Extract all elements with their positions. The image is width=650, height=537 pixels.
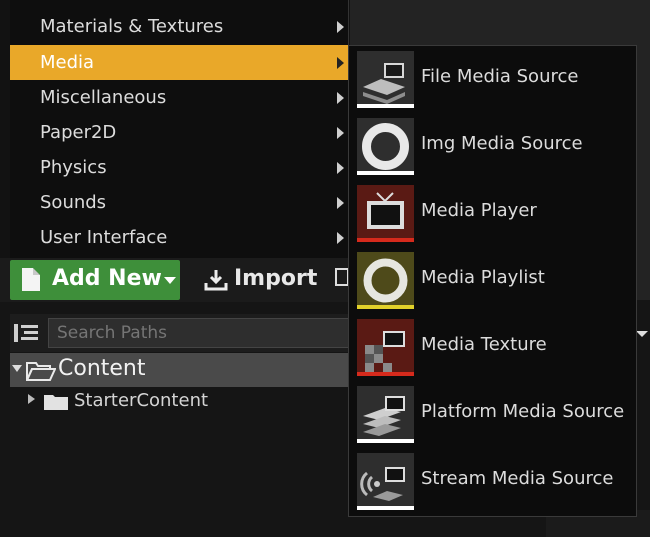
menu-item-paper2d[interactable]: Paper2D [10,115,348,150]
add-new-label: Add New [52,266,162,291]
menu-item-label: Media Player [421,200,537,221]
menu-item-file-media-source[interactable]: File Media Source [349,46,636,113]
menu-item-label: Materials & Textures [40,16,224,37]
chevron-down-icon [164,277,176,284]
menu-item-label: Media Playlist [421,267,545,288]
img-media-source-icon [357,118,414,175]
stream-media-source-icon [357,453,414,510]
menu-item-label: Media Texture [421,334,547,355]
asset-type-color-bar [357,305,414,309]
tree-item-starter-content[interactable]: StarterContent [28,389,348,415]
media-submenu: File Media Source Img Media Source Media… [348,45,637,517]
asset-type-color-bar [357,506,414,510]
tree-item-content[interactable]: Content [10,353,350,387]
asset-type-color-bar [357,238,414,242]
menu-item-stream-media-source[interactable]: Stream Media Source [349,448,636,515]
menu-item-user-interface[interactable]: User Interface [10,220,348,255]
add-new-button[interactable]: Add New [10,260,180,300]
expand-arrow-icon[interactable] [12,365,22,372]
folder-icon [44,395,68,410]
menu-item-platform-media-source[interactable]: Platform Media Source [349,381,636,448]
save-all-icon[interactable] [335,268,349,286]
tree-item-label: StarterContent [74,390,209,411]
menu-item-materials-textures[interactable]: Materials & Textures [10,9,348,44]
add-new-category-menu: Materials & Textures Media Miscellaneous… [10,0,349,258]
menu-item-img-media-source[interactable]: Img Media Source [349,113,636,180]
menu-item-physics[interactable]: Physics [10,150,348,185]
chevron-right-icon [337,57,344,69]
chevron-right-icon [337,92,344,104]
media-playlist-icon [357,252,414,309]
media-player-icon [357,185,414,242]
menu-item-miscellaneous[interactable]: Miscellaneous [10,80,348,115]
menu-item-label: Media [40,52,95,73]
menu-item-label: Sounds [40,192,107,213]
menu-item-label: Platform Media Source [421,401,625,422]
menu-item-label: Paper2D [40,122,117,143]
asset-type-color-bar [357,171,414,175]
folder-open-icon [26,362,56,381]
file-media-source-icon [357,51,414,108]
menu-item-media-player[interactable]: Media Player [349,180,636,247]
platform-media-source-icon [357,386,414,443]
menu-item-label: User Interface [40,227,168,248]
menu-item-label: Img Media Source [421,133,583,154]
asset-type-color-bar [357,439,414,443]
media-texture-icon [357,319,414,376]
tree-item-label: Content [58,356,146,381]
chevron-right-icon [337,162,344,174]
menu-item-label: Stream Media Source [421,468,614,489]
menu-item-media-texture[interactable]: Media Texture [349,314,636,381]
chevron-right-icon [337,197,344,209]
menu-item-label: File Media Source [421,66,579,87]
import-label: Import [234,266,318,291]
import-button[interactable]: Import [198,262,318,298]
asset-type-color-bar [357,372,414,376]
sources-toggle-icon[interactable] [14,322,38,344]
asset-type-color-bar [357,104,414,108]
expand-arrow-icon[interactable] [28,394,35,404]
menu-item-media-playlist[interactable]: Media Playlist [349,247,636,314]
chevron-down-icon[interactable] [636,331,648,337]
chevron-right-icon [337,127,344,139]
menu-item-sounds[interactable]: Sounds [10,185,348,220]
menu-item-label: Miscellaneous [40,87,167,108]
search-paths-input[interactable] [48,318,350,348]
import-icon [204,270,228,291]
chevron-right-icon [337,232,344,244]
new-document-icon [22,268,40,291]
chevron-right-icon [337,21,344,33]
menu-item-media[interactable]: Media [10,45,348,80]
menu-item-label: Physics [40,157,107,178]
